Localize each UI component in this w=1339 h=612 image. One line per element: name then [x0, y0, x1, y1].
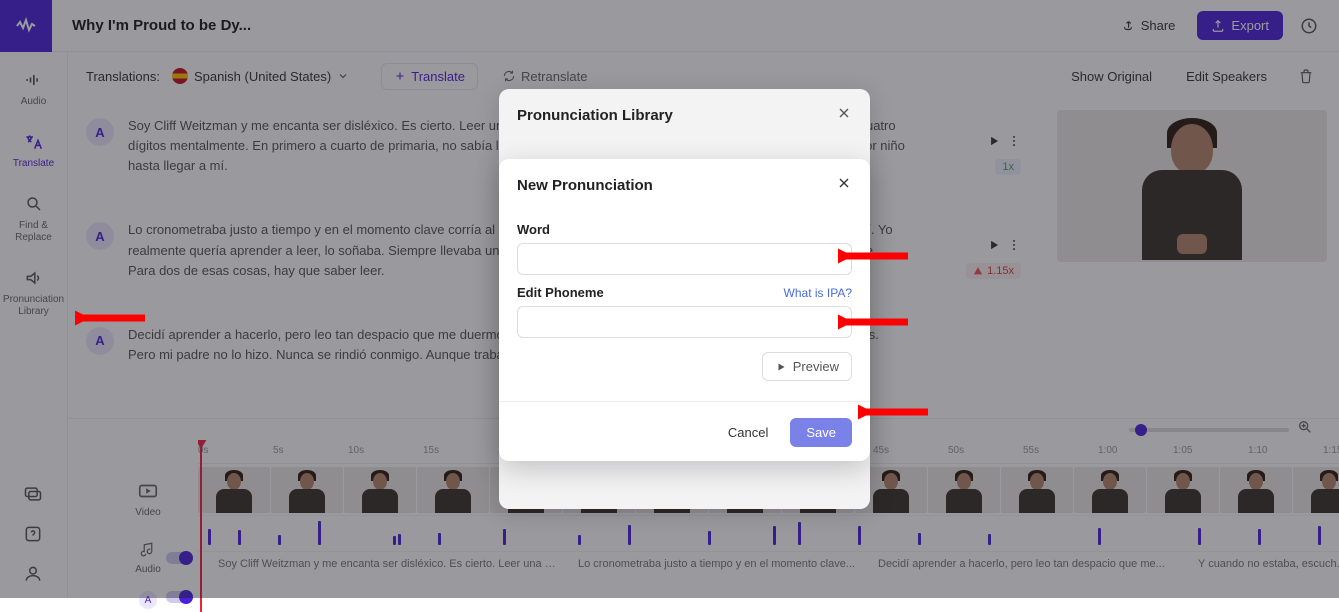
phoneme-input[interactable] [517, 306, 852, 338]
save-button[interactable]: Save [790, 418, 852, 447]
phoneme-field-label: Edit Phoneme [517, 285, 604, 300]
new-pronunciation-modal: New Pronunciation Word Edit Phoneme What… [499, 159, 870, 461]
preview-label: Preview [793, 359, 839, 374]
word-input[interactable] [517, 243, 852, 275]
modal-title: Pronunciation Library [517, 107, 673, 124]
annotation-arrow [75, 306, 145, 330]
word-field-label: Word [517, 222, 852, 237]
cancel-button[interactable]: Cancel [716, 418, 780, 447]
close-icon[interactable] [836, 175, 852, 196]
play-icon [775, 361, 787, 373]
close-icon[interactable] [836, 105, 852, 126]
annotation-arrow [838, 310, 908, 334]
preview-button[interactable]: Preview [762, 352, 852, 381]
annotation-arrow [838, 244, 908, 268]
modal-title: New Pronunciation [517, 177, 653, 194]
ipa-help-link[interactable]: What is IPA? [784, 286, 852, 300]
annotation-arrow [858, 400, 928, 424]
